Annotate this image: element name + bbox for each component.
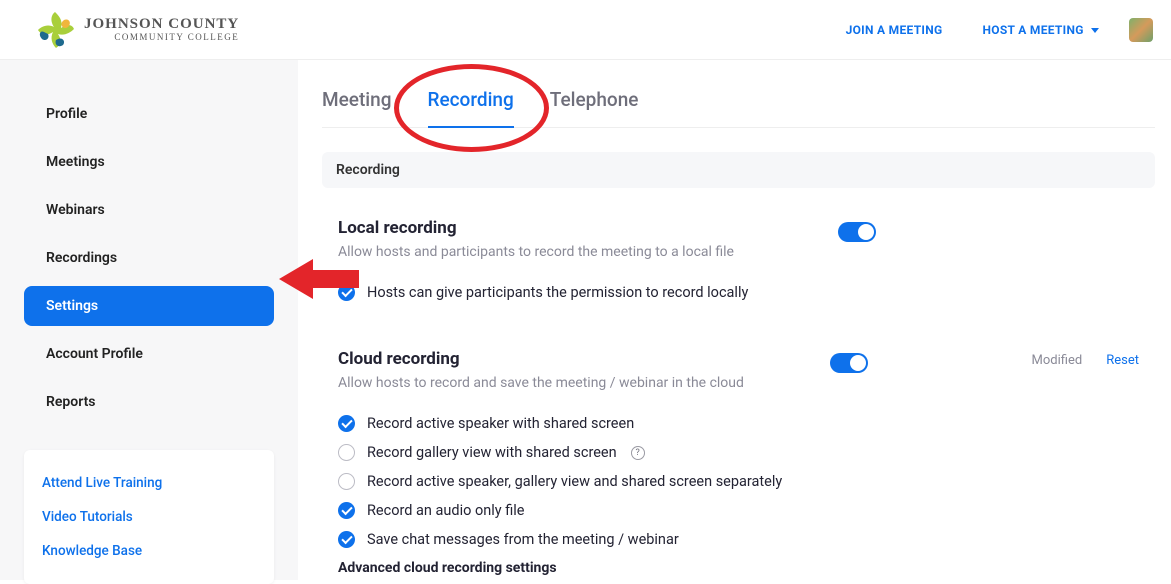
- caret-down-icon: [1091, 28, 1099, 33]
- help-card: Attend Live Training Video Tutorials Kno…: [24, 450, 274, 584]
- local-recording-title: Local recording: [338, 218, 838, 238]
- section-header-recording: Recording: [322, 152, 1155, 188]
- option-active-speaker[interactable]: Record active speaker with shared screen: [338, 409, 830, 438]
- option-hosts-permission[interactable]: Hosts can give participants the permissi…: [338, 278, 838, 307]
- toggle-cloud-recording[interactable]: [830, 353, 868, 373]
- host-meeting-label: HOST A MEETING: [983, 23, 1084, 37]
- toggle-local-recording[interactable]: [838, 222, 876, 242]
- main: Meeting Recording Telephone Recording Lo…: [298, 60, 1171, 580]
- sidebar: Profile Meetings Webinars Recordings Set…: [0, 60, 298, 580]
- option-save-chat[interactable]: Save chat messages from the meeting / we…: [338, 525, 830, 554]
- logo-text: JOHNSON COUNTY COMMUNITY COLLEGE: [84, 17, 239, 42]
- option-label: Hosts can give participants the permissi…: [367, 284, 748, 301]
- tab-recording[interactable]: Recording: [428, 88, 514, 127]
- sidebar-item-profile[interactable]: Profile: [24, 94, 274, 134]
- checkbox-checked-icon: [338, 284, 355, 301]
- header: JOHNSON COUNTY COMMUNITY COLLEGE JOIN A …: [0, 0, 1171, 60]
- option-label: Save chat messages from the meeting / we…: [367, 531, 679, 548]
- sidebar-item-account-profile[interactable]: Account Profile: [24, 334, 274, 374]
- reset-link[interactable]: Reset: [1106, 353, 1139, 368]
- checkbox-checked-icon: [338, 502, 355, 519]
- modified-label: Modified: [1032, 353, 1083, 368]
- logo-icon: [34, 10, 76, 50]
- option-label: Record an audio only file: [367, 502, 525, 519]
- checkbox-unchecked-icon: [338, 444, 355, 461]
- sidebar-item-meetings[interactable]: Meetings: [24, 142, 274, 182]
- join-meeting-link[interactable]: JOIN A MEETING: [846, 23, 943, 37]
- checkbox-unchecked-icon: [338, 473, 355, 490]
- avatar[interactable]: [1129, 18, 1153, 42]
- sidebar-item-reports[interactable]: Reports: [24, 382, 274, 422]
- sidebar-item-settings[interactable]: Settings: [24, 286, 274, 326]
- advanced-cloud-title: Advanced cloud recording settings: [338, 554, 830, 576]
- option-audio-only[interactable]: Record an audio only file: [338, 496, 830, 525]
- tabs: Meeting Recording Telephone: [322, 88, 1155, 128]
- cloud-recording-title: Cloud recording: [338, 349, 830, 369]
- option-separately[interactable]: Record active speaker, gallery view and …: [338, 467, 830, 496]
- help-link-video-tutorials[interactable]: Video Tutorials: [42, 500, 256, 534]
- tab-telephone[interactable]: Telephone: [550, 88, 639, 127]
- info-icon[interactable]: ?: [631, 446, 645, 460]
- help-link-live-training[interactable]: Attend Live Training: [42, 466, 256, 500]
- option-label: Record gallery view with shared screen: [367, 444, 617, 461]
- option-label: Record active speaker, gallery view and …: [367, 473, 782, 490]
- option-label: Record active speaker with shared screen: [367, 415, 634, 432]
- cloud-recording-desc: Allow hosts to record and save the meeti…: [338, 375, 830, 391]
- sidebar-item-webinars[interactable]: Webinars: [24, 190, 274, 230]
- local-recording-desc: Allow hosts and participants to record t…: [338, 244, 838, 260]
- logo[interactable]: JOHNSON COUNTY COMMUNITY COLLEGE: [34, 10, 239, 50]
- layout: Profile Meetings Webinars Recordings Set…: [0, 60, 1171, 580]
- checkbox-checked-icon: [338, 415, 355, 432]
- host-meeting-dropdown[interactable]: HOST A MEETING: [983, 23, 1100, 37]
- help-link-knowledge-base[interactable]: Knowledge Base: [42, 534, 256, 568]
- setting-cloud-recording: Cloud recording Allow hosts to record an…: [322, 339, 1155, 576]
- option-gallery-view[interactable]: Record gallery view with shared screen ?: [338, 438, 830, 467]
- sidebar-item-recordings[interactable]: Recordings: [24, 238, 274, 278]
- setting-local-recording: Local recording Allow hosts and particip…: [322, 208, 1155, 339]
- checkbox-checked-icon: [338, 531, 355, 548]
- tab-meeting[interactable]: Meeting: [322, 88, 392, 127]
